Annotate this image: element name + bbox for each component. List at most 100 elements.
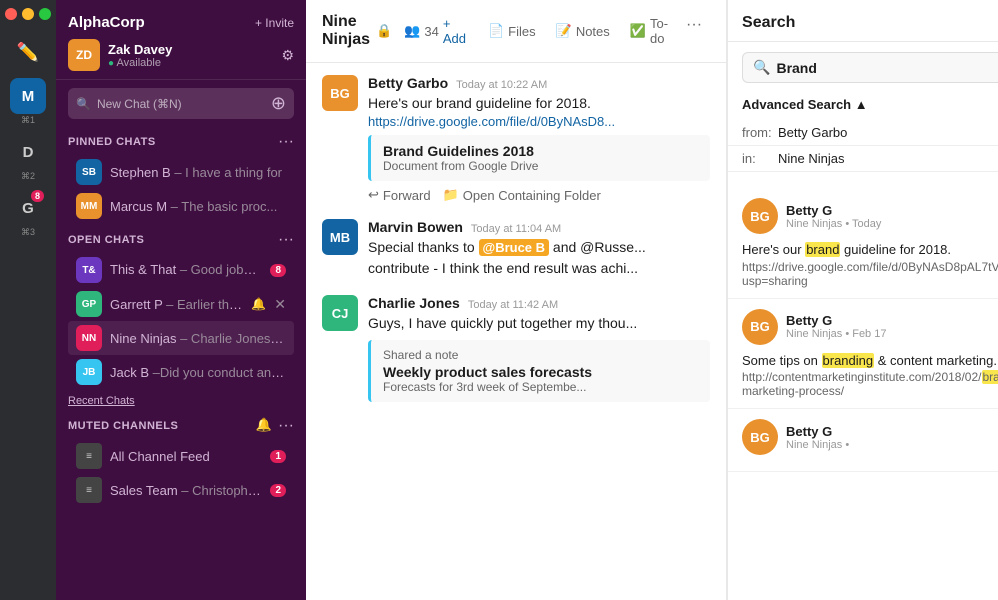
muted-channels-more[interactable]: ··· — [278, 417, 294, 435]
forward-icon: ↩ — [368, 187, 379, 203]
chat-name: This & That – Good job👏 ... — [110, 262, 262, 278]
search-panel-header: Search ✕ — [728, 0, 998, 42]
files-icon: 📄 — [488, 23, 504, 39]
result-meta: Betty G Nine Ninjas • Today — [786, 203, 881, 230]
tab-notes[interactable]: 📝 Notes — [546, 12, 620, 50]
muted-channels-section: MUTED CHANNELS 🔔 ··· ≡ All Channel Feed … — [56, 411, 306, 509]
search-icon: 🔍 — [753, 59, 770, 76]
search-result-2[interactable]: BG Betty G Nine Ninjas • Feb 17 Some tip… — [728, 299, 998, 410]
search-wrap[interactable]: 🔍 ⊕ — [68, 88, 294, 119]
header-tabs: 📄 Files 📝 Notes ✅ To-do ··· — [478, 12, 710, 50]
message-text: Special thanks to @Bruce B and @Russe...… — [368, 237, 710, 279]
forward-action[interactable]: ↩ Forward — [368, 187, 431, 203]
add-members-button[interactable]: + Add — [443, 16, 466, 46]
mute-icon: 🔔 — [251, 297, 266, 311]
advanced-search-toggle[interactable]: Advanced Search ▲ — [728, 93, 998, 120]
result-channel-time: Nine Ninjas • — [786, 439, 849, 451]
nav-label-2: ⌘2 — [21, 171, 35, 182]
result-meta: Betty G Nine Ninjas • Feb 17 — [786, 313, 886, 340]
muted-channel-all-feed[interactable]: ≡ All Channel Feed 1 — [68, 439, 294, 473]
message-content: Marvin Bowen Today at 11:04 AM Special t… — [368, 219, 710, 279]
open-folder-action[interactable]: 📁 Open Containing Folder — [443, 187, 601, 203]
nav-label-1: ⌘1 — [21, 115, 35, 126]
close-button[interactable] — [5, 8, 17, 20]
settings-icon[interactable]: ⚙ — [281, 47, 294, 64]
chat-preview: – The basic proc... — [171, 199, 278, 214]
chat-header: Nine Ninjas 🔒 👥 34 + Add 📄 Files 📝 Notes… — [306, 0, 726, 63]
avatar: CJ — [322, 295, 358, 331]
from-filter-row: from: Betty Garbo ✕ — [728, 120, 998, 146]
note-title: Weekly product sales forecasts — [383, 364, 698, 380]
message-content: Betty Garbo Today at 10:22 AM Here's our… — [368, 75, 710, 203]
message-time: Today at 10:22 AM — [456, 79, 547, 91]
avatar: SB — [76, 159, 102, 185]
message-text: Here's our brand guideline for 2018. — [368, 93, 710, 114]
todo-icon: ✅ — [630, 23, 646, 39]
sender-name: Betty Garbo — [368, 75, 448, 91]
tab-files[interactable]: 📄 Files — [478, 12, 546, 50]
highlight: brand — [805, 242, 840, 257]
open-chat-nine-ninjas[interactable]: NN Nine Ninjas – Charlie Jones: G... — [68, 321, 294, 355]
invite-button[interactable]: + Invite — [255, 16, 294, 30]
search-input[interactable] — [97, 97, 265, 111]
chat-name: Stephen B – I have a thing for — [110, 165, 286, 180]
avatar: BG — [742, 309, 778, 345]
result-sender: Betty G — [786, 203, 881, 218]
open-chats-more[interactable]: ··· — [278, 231, 294, 249]
avatar: JB — [76, 359, 102, 385]
muted-channel-sales[interactable]: ≡ Sales Team – Christopher J: d... 2 — [68, 473, 294, 507]
close-icon[interactable]: ✕ — [274, 296, 286, 313]
highlight: branding — [822, 353, 875, 368]
result-header: BG Betty G Nine Ninjas • Today — [742, 198, 998, 234]
search-result-3[interactable]: BG Betty G Nine Ninjas • — [728, 409, 998, 472]
pinned-chats-header: PINNED CHATS ··· — [68, 133, 294, 151]
chat-preview: – I have a thing for — [174, 165, 282, 180]
message-actions: ↩ Forward 📁 Open Containing Folder — [368, 187, 710, 203]
avatar: T& — [76, 257, 102, 283]
channel-name: All Channel Feed — [110, 449, 262, 464]
chat-info: Garrett P – Earlier this... — [110, 297, 243, 312]
open-chat-garrett[interactable]: GP Garrett P – Earlier this... 🔔 ✕ — [68, 287, 294, 321]
message-time: Today at 11:04 AM — [471, 223, 561, 235]
unread-badge: 8 — [270, 264, 286, 277]
workspace-name: AlphaCorp — [68, 14, 145, 31]
sidebar-header: AlphaCorp + Invite ZD Zak Davey ● Availa… — [56, 0, 306, 80]
open-chats-header: OPEN CHATS ··· — [68, 231, 294, 249]
from-value[interactable]: Betty Garbo — [778, 125, 998, 140]
compose-icon[interactable]: ✏️ — [10, 34, 46, 70]
workspace-name-row: AlphaCorp + Invite — [68, 14, 294, 31]
search-input[interactable] — [776, 60, 998, 76]
message-link[interactable]: https://drive.google.com/file/d/0ByNAsD8… — [368, 114, 710, 129]
note-sub: Forecasts for 3rd week of Septembe... — [383, 380, 698, 394]
traffic-lights — [5, 8, 51, 20]
main-chat: Nine Ninjas 🔒 👥 34 + Add 📄 Files 📝 Notes… — [306, 0, 727, 600]
more-options-button[interactable]: ··· — [678, 12, 710, 50]
muted-channels-bell[interactable]: 🔔 — [256, 417, 272, 435]
icon-bar: ✏️ M ⌘1 D ⌘2 G 8 ⌘3 — [0, 0, 56, 600]
pinned-chats-label: PINNED CHATS — [68, 136, 156, 148]
nav-item-M[interactable]: M — [10, 78, 46, 114]
maximize-button[interactable] — [39, 8, 51, 20]
minimize-button[interactable] — [22, 8, 34, 20]
message-header: Betty Garbo Today at 10:22 AM — [368, 75, 710, 91]
pinned-chats-more[interactable]: ··· — [278, 133, 294, 151]
open-chat-this-that[interactable]: T& This & That – Good job👏 ... 8 — [68, 253, 294, 287]
message-marvin: MB Marvin Bowen Today at 11:04 AM Specia… — [322, 219, 710, 279]
avatar: MM — [76, 193, 102, 219]
pinned-chat-stephen[interactable]: SB Stephen B – I have a thing for — [68, 155, 294, 189]
compose-button[interactable]: ⊕ — [271, 93, 286, 114]
tab-todo[interactable]: ✅ To-do — [620, 12, 678, 50]
search-field-wrap[interactable]: 🔍 ✕ — [742, 52, 998, 83]
chat-name: Garrett P – Earlier this... — [110, 297, 243, 312]
nav-item-D[interactable]: D — [10, 134, 46, 170]
highlight: brands — [982, 370, 998, 384]
muted-channels-label: MUTED CHANNELS — [68, 420, 178, 432]
pinned-chat-marcus[interactable]: MM Marcus M – The basic proc... — [68, 189, 294, 223]
recent-chats-link[interactable]: Recent Chats — [56, 391, 306, 411]
search-results: BG Betty G Nine Ninjas • Today Here's ou… — [728, 180, 998, 600]
open-chat-jack[interactable]: JB Jack B –Did you conduct any sur — [68, 355, 294, 389]
search-result-1[interactable]: BG Betty G Nine Ninjas • Today Here's ou… — [728, 188, 998, 299]
sender-name: Charlie Jones — [368, 295, 460, 311]
avatar: NN — [76, 325, 102, 351]
in-value[interactable]: Nine Ninjas — [778, 151, 998, 166]
